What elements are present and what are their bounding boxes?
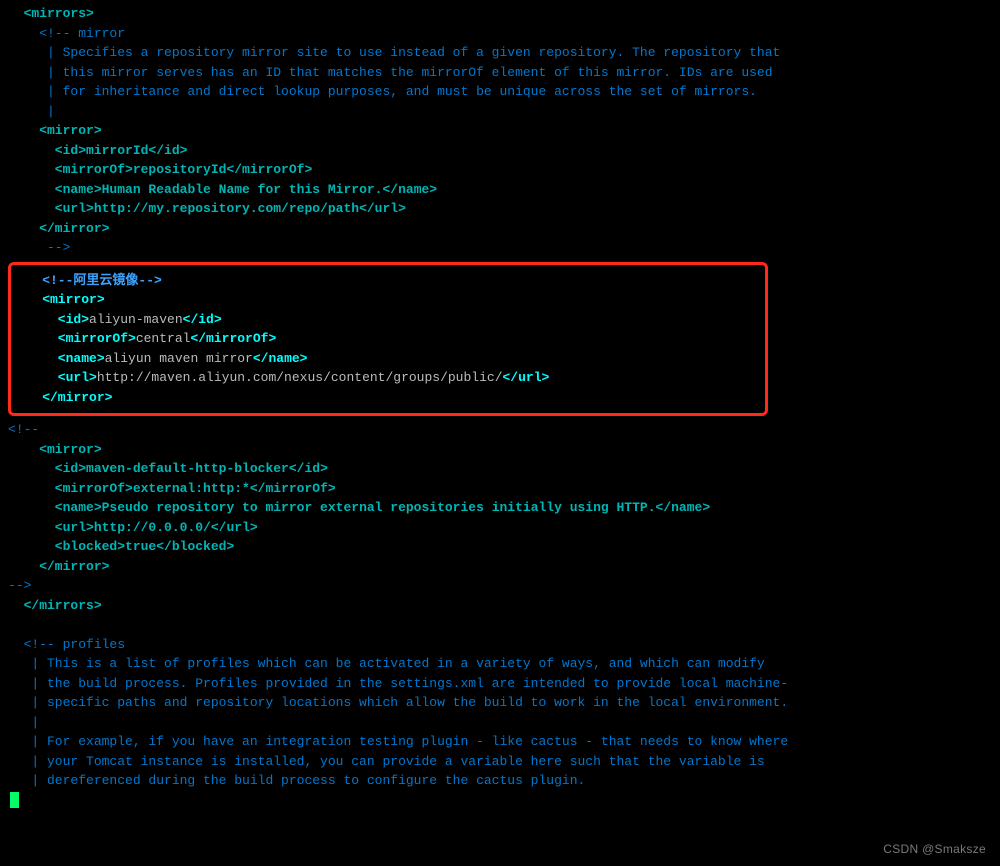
tag-id-close: </id> — [148, 143, 187, 158]
val-mirrorof: central — [136, 331, 191, 346]
comment-line: | For example, if you have an integratio… — [8, 734, 788, 749]
tag-url-close: </url> — [503, 370, 550, 385]
comment-aliyun: <!--阿里云镜像--> — [11, 273, 162, 288]
comment-line: | for inheritance and direct lookup purp… — [8, 84, 757, 99]
tag-mirrorof-close: </mirrorOf> — [250, 481, 336, 496]
val-id: aliyun-maven — [89, 312, 183, 327]
comment-line: | — [8, 104, 55, 119]
comment-line: | your Tomcat instance is installed, you… — [8, 754, 765, 769]
tag-url-close: </url> — [211, 520, 258, 535]
cursor — [10, 792, 19, 808]
tag-mirrorof-close: </mirrorOf> — [190, 331, 276, 346]
val: external:http:* — [133, 481, 250, 496]
tag-id: <id> — [8, 461, 86, 476]
val: Pseudo repository to mirror external rep… — [102, 500, 656, 515]
tag-name-close: </name> — [253, 351, 308, 366]
tag-blocked-close: </blocked> — [156, 539, 234, 554]
val: true — [125, 539, 156, 554]
code-editor-lower[interactable]: <!-- <mirror> <id>maven-default-http-blo… — [8, 420, 992, 810]
tag-mirrorof-close: </mirrorOf> — [226, 162, 312, 177]
val-url: http://maven.aliyun.com/nexus/content/gr… — [97, 370, 503, 385]
tag-mirrorof: <mirrorOf> — [8, 162, 133, 177]
comment-line: | specific paths and repository location… — [8, 695, 788, 710]
tag-id: <id> — [8, 143, 86, 158]
watermark: CSDN @Smaksze — [883, 840, 986, 858]
comment-line: | dereferenced during the build process … — [8, 773, 585, 788]
tag-name-close: </name> — [382, 182, 437, 197]
comment-close: --> — [8, 578, 31, 593]
tag-mirrors-close: </mirrors> — [8, 598, 102, 613]
code-editor[interactable]: <mirrors> <!-- mirror | Specifies a repo… — [8, 4, 992, 258]
tag-url: <url> — [8, 520, 94, 535]
tag-name: <name> — [8, 182, 102, 197]
tag-name: <name> — [8, 500, 102, 515]
tag-url: <url> — [11, 370, 97, 385]
comment-line: | Specifies a repository mirror site to … — [8, 45, 780, 60]
tag-mirrorof: <mirrorOf> — [8, 481, 133, 496]
tag-mirror-open: <mirror> — [8, 123, 102, 138]
tag-mirror-close: </mirror> — [8, 559, 109, 574]
tag-mirror-open: <mirror> — [8, 442, 102, 457]
val: maven-default-http-blocker — [86, 461, 289, 476]
tag-mirrorof: <mirrorOf> — [11, 331, 136, 346]
tag-mirrors-open: <mirrors> — [8, 6, 94, 21]
val: repositoryId — [133, 162, 227, 177]
val: mirrorId — [86, 143, 148, 158]
comment-line: | the build process. Profiles provided i… — [8, 676, 788, 691]
comment-open: <!-- — [8, 422, 39, 437]
val: http://0.0.0.0/ — [94, 520, 211, 535]
comment-line: | this mirror serves has an ID that matc… — [8, 65, 773, 80]
tag-mirror-close: </mirror> — [8, 221, 109, 236]
tag-url: <url> — [8, 201, 94, 216]
comment-line: | This is a list of profiles which can b… — [8, 656, 765, 671]
tag-name-close: </name> — [656, 500, 711, 515]
tag-blocked: <blocked> — [8, 539, 125, 554]
tag-id-close: </id> — [183, 312, 222, 327]
val: Human Readable Name for this Mirror. — [102, 182, 383, 197]
tag-name: <name> — [11, 351, 105, 366]
tag-url-close: </url> — [359, 201, 406, 216]
val-name: aliyun maven mirror — [105, 351, 253, 366]
comment-line: <!-- profiles — [8, 637, 125, 652]
comment-line: | — [8, 715, 39, 730]
tag-mirror-open: <mirror> — [11, 292, 105, 307]
tag-mirror-close: </mirror> — [11, 390, 112, 405]
val: http://my.repository.com/repo/path — [94, 201, 359, 216]
highlighted-block: <!--阿里云镜像--> <mirror> <id>aliyun-maven</… — [8, 262, 768, 417]
tag-id: <id> — [11, 312, 89, 327]
comment-line: <!-- mirror — [8, 26, 125, 41]
comment-end: --> — [8, 240, 70, 255]
tag-id-close: </id> — [289, 461, 328, 476]
